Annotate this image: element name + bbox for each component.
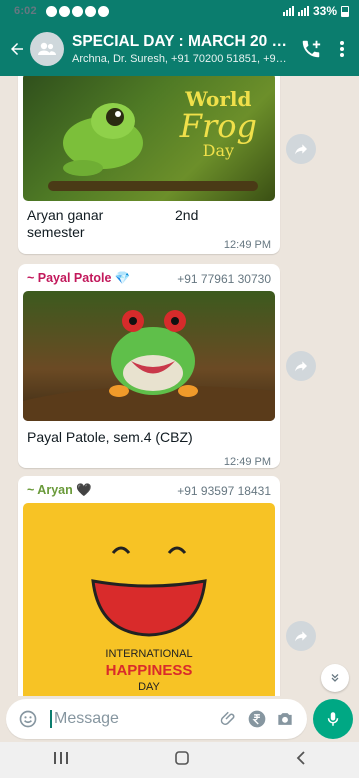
menu-button[interactable] xyxy=(329,22,355,76)
smiley-illustration xyxy=(91,546,207,637)
microphone-icon xyxy=(327,712,339,726)
back-button[interactable] xyxy=(4,22,30,76)
home-button[interactable] xyxy=(174,750,190,771)
scroll-to-bottom-button[interactable] xyxy=(321,664,349,692)
back-nav-button[interactable] xyxy=(295,750,307,771)
message-sender: ~ Aryan 🖤 +91 93597 18431 xyxy=(23,481,275,503)
sender-name[interactable]: ~ Aryan 🖤 xyxy=(27,483,92,498)
message-caption: Payal Patole, sem.4 (CBZ) xyxy=(27,429,193,445)
recents-button[interactable] xyxy=(53,751,69,770)
signal-icon xyxy=(282,6,294,16)
image-text-line2: HAPPINESS xyxy=(105,662,193,679)
payment-button[interactable] xyxy=(243,705,271,733)
chat-participants: Archna, Dr. Suresh, +91 70200 51851, +91… xyxy=(72,53,289,65)
camera-icon xyxy=(278,713,292,725)
chevron-left-icon xyxy=(296,750,305,765)
group-icon xyxy=(38,42,56,55)
add-call-button[interactable] xyxy=(293,22,329,76)
camera-button[interactable] xyxy=(271,705,299,733)
group-avatar[interactable] xyxy=(30,32,64,66)
more-vert-icon xyxy=(340,41,344,57)
message-image[interactable]: INTERNATIONAL HAPPINESS DAY xyxy=(23,503,275,696)
message-caption: Aryan ganar 2nd semester xyxy=(23,201,275,241)
forward-icon xyxy=(295,144,307,155)
chat-header: SPECIAL DAY : MARCH 20 20... Archna, Dr.… xyxy=(0,22,359,76)
phone-plus-icon xyxy=(302,40,321,58)
sender-phone[interactable]: +91 93597 18431 xyxy=(177,484,271,498)
chat-messages[interactable]: World Frog Day Aryan ganar 2nd semester … xyxy=(0,76,359,696)
battery-icon xyxy=(341,5,349,17)
status-time: 6:02 xyxy=(14,5,37,17)
message-bubble[interactable]: ~ Aryan 🖤 +91 93597 18431 INTERNATIONAL … xyxy=(18,476,280,696)
image-text-line3: DAY xyxy=(138,681,160,693)
notification-icons xyxy=(45,5,109,17)
recents-icon xyxy=(53,751,68,764)
forward-icon xyxy=(295,631,307,642)
message-image[interactable] xyxy=(23,291,275,421)
sender-phone[interactable]: +91 77961 30730 xyxy=(177,272,271,286)
forward-button[interactable] xyxy=(286,134,316,164)
message-input-bar: Message xyxy=(0,696,359,742)
battery-percent: 33% xyxy=(312,4,337,18)
message-bubble[interactable]: World Frog Day Aryan ganar 2nd semester … xyxy=(18,76,280,254)
message-bubble[interactable]: ~ Payal Patole 💎 +91 77961 30730 Payal P… xyxy=(18,264,280,468)
message-input-pill: Message xyxy=(6,699,307,739)
frog-illustration xyxy=(23,310,275,421)
chevron-double-down-icon xyxy=(331,674,339,682)
caption-left: Aryan ganar xyxy=(27,207,104,223)
system-nav-bar xyxy=(0,742,359,778)
image-text-line1: INTERNATIONAL xyxy=(105,648,193,660)
message-time: 12:49 PM xyxy=(223,456,271,468)
arrow-left-icon xyxy=(11,43,23,55)
chat-title-area[interactable]: SPECIAL DAY : MARCH 20 20... Archna, Dr.… xyxy=(72,33,289,65)
emoji-icon xyxy=(19,710,37,728)
emoji-button[interactable] xyxy=(14,705,42,733)
voice-record-button[interactable] xyxy=(313,699,353,739)
home-icon xyxy=(174,750,189,765)
attach-button[interactable] xyxy=(215,705,243,733)
sender-name[interactable]: ~ Payal Patole 💎 xyxy=(27,271,130,286)
forward-icon xyxy=(295,361,307,372)
message-input[interactable]: Message xyxy=(50,710,215,728)
signal-icon-2 xyxy=(297,6,309,16)
image-title-line2: Frog xyxy=(179,107,257,145)
caption-right: 2nd xyxy=(175,207,199,223)
message-image[interactable]: World Frog Day xyxy=(23,76,275,201)
chat-title: SPECIAL DAY : MARCH 20 20... xyxy=(72,33,289,50)
forward-button[interactable] xyxy=(286,351,316,381)
message-sender: ~ Payal Patole 💎 +91 77961 30730 xyxy=(23,269,275,291)
status-bar: 6:02 33% xyxy=(0,0,359,22)
forward-button[interactable] xyxy=(286,621,316,651)
paperclip-icon xyxy=(220,711,235,725)
rupee-icon xyxy=(248,710,266,728)
